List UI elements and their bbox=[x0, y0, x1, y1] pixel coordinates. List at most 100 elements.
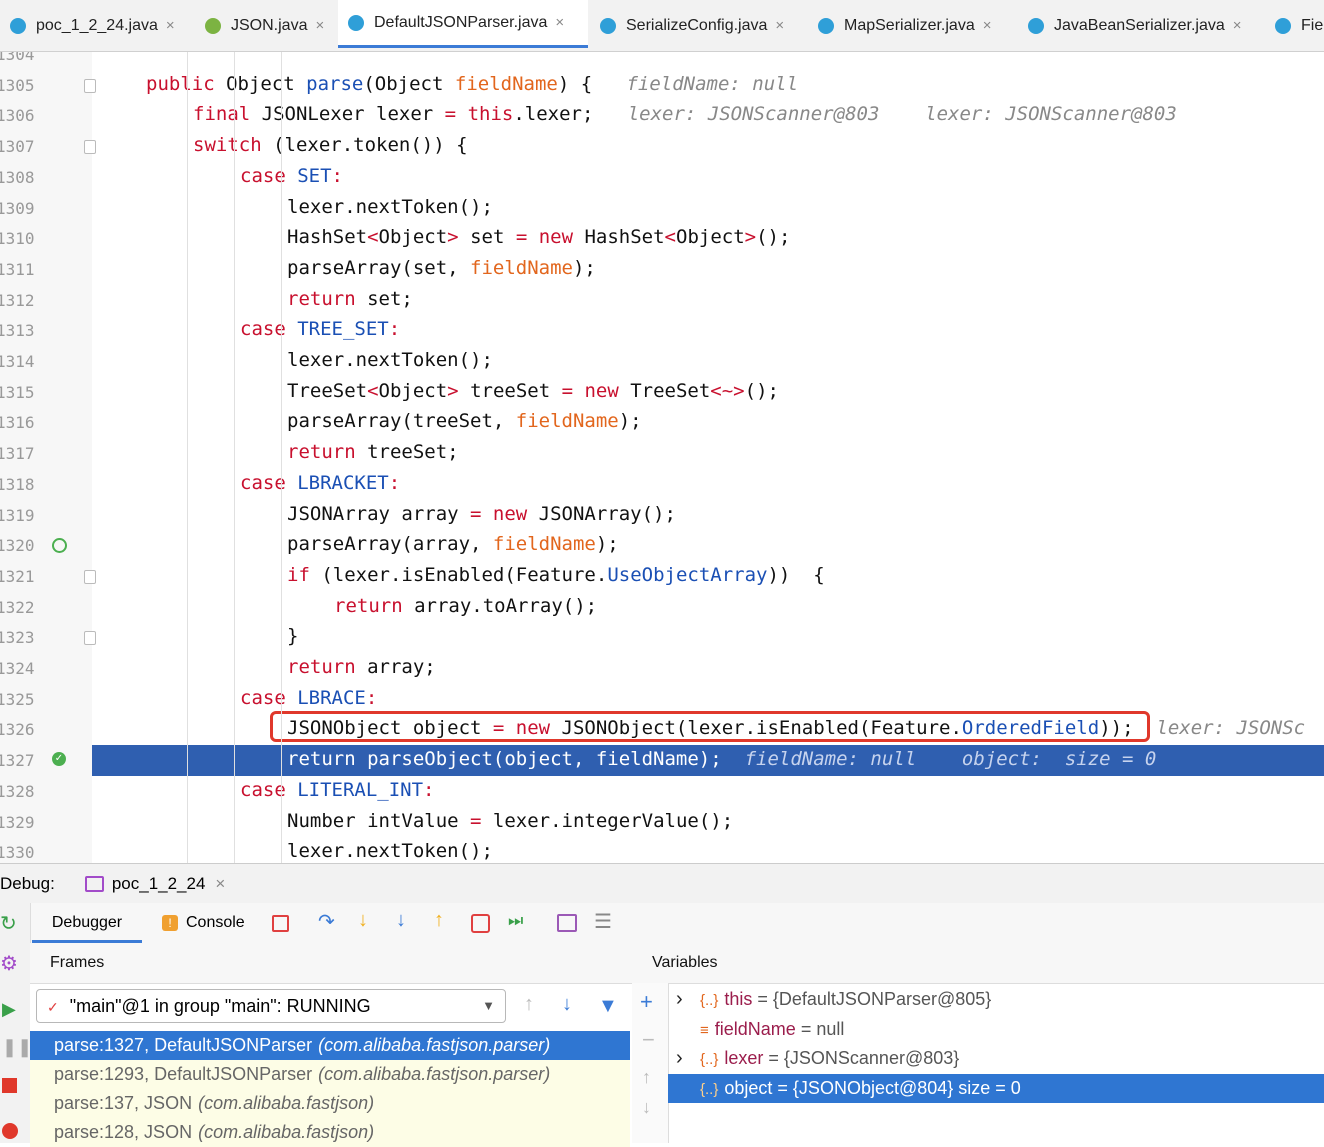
line-number[interactable]: 1316 bbox=[0, 413, 35, 432]
line-number[interactable]: 1324 bbox=[0, 659, 35, 678]
code-line[interactable]: 1330 lexer.nextToken(); bbox=[0, 837, 1324, 863]
tab-serializeconfig-java[interactable]: SerializeConfig.java × bbox=[590, 0, 805, 51]
tab-debugger[interactable]: Debugger bbox=[32, 903, 142, 943]
code-line[interactable]: 1308 case SET: bbox=[0, 162, 1324, 193]
pause-icon[interactable]: ❚❚ bbox=[2, 1037, 32, 1058]
code-line[interactable]: 1325 case LBRACE: bbox=[0, 684, 1324, 715]
line-number[interactable]: 1310 bbox=[0, 229, 35, 248]
tab-console[interactable]: ! Console bbox=[162, 903, 245, 943]
code-line[interactable]: 1307 switch (lexer.token()) { bbox=[0, 131, 1324, 162]
step-into-icon[interactable]: ↓ bbox=[358, 909, 368, 932]
rerun-icon[interactable]: ↻ bbox=[0, 911, 17, 936]
line-number[interactable]: 1323 bbox=[0, 628, 35, 647]
variable-this[interactable]: › {..} this = {DefaultJSONParser@805} bbox=[668, 985, 1324, 1014]
trace-icon[interactable]: ☰ bbox=[594, 909, 612, 934]
line-number[interactable]: 1321 bbox=[0, 567, 35, 586]
line-number[interactable]: 1322 bbox=[0, 598, 35, 617]
layout-icon[interactable] bbox=[272, 915, 289, 932]
current-execution-line[interactable]: 1327 ✓ return parseObject(object, fieldNam… bbox=[0, 745, 1324, 777]
code-line[interactable]: 1304 bbox=[0, 52, 1324, 70]
code-line[interactable]: 1322 return array.toArray(); bbox=[0, 592, 1324, 623]
line-number[interactable]: 1304 bbox=[0, 52, 35, 64]
line-number[interactable]: 1311 bbox=[0, 260, 35, 279]
breakpoint-verified-icon[interactable]: ✓ bbox=[52, 752, 66, 767]
move-up-icon[interactable]: ↑ bbox=[642, 1067, 651, 1088]
session-tab[interactable]: poc_1_2_24 bbox=[112, 874, 206, 894]
tab-poc-1-2-24-java[interactable]: poc_1_2_24.java × bbox=[0, 0, 190, 51]
line-number[interactable]: 1308 bbox=[0, 168, 35, 187]
line-number[interactable]: 1329 bbox=[0, 813, 35, 832]
line-number[interactable]: 1317 bbox=[0, 444, 35, 463]
fold-icon[interactable] bbox=[84, 569, 96, 584]
close-icon[interactable]: × bbox=[775, 17, 784, 34]
line-number[interactable]: 1328 bbox=[0, 782, 35, 801]
code-line[interactable]: 1316 parseArray(treeSet, fieldName); bbox=[0, 407, 1324, 438]
tab-fie[interactable]: Fie bbox=[1265, 0, 1324, 51]
line-number[interactable]: 1326 bbox=[0, 720, 35, 739]
code-line[interactable]: 1323} bbox=[0, 622, 1324, 653]
close-icon[interactable]: × bbox=[315, 17, 324, 34]
fold-icon[interactable] bbox=[84, 631, 96, 646]
step-over-icon[interactable]: ↷ bbox=[318, 909, 335, 934]
fold-icon[interactable] bbox=[84, 78, 96, 93]
frame-item[interactable]: parse:137, JSON (com.alibaba.fastjson) bbox=[30, 1089, 630, 1118]
variable-object[interactable]: {..} object = {JSONObject@804} size = 0 bbox=[668, 1073, 1324, 1103]
remove-watch-icon[interactable]: − bbox=[642, 1027, 655, 1053]
frame-item[interactable]: parse:1293, DefaultJSONParser (com.alibab… bbox=[30, 1060, 630, 1089]
run-to-cursor-icon[interactable]: ⏭ bbox=[508, 911, 523, 931]
code-line[interactable]: 1317 return treeSet; bbox=[0, 438, 1324, 469]
close-icon[interactable]: × bbox=[166, 17, 175, 34]
add-watch-icon[interactable]: + bbox=[640, 989, 653, 1015]
code-line[interactable]: 1314 lexer.nextToken(); bbox=[0, 346, 1324, 377]
tab-mapserializer-java[interactable]: MapSerializer.java × bbox=[808, 0, 1013, 51]
close-icon[interactable]: × bbox=[555, 14, 564, 31]
step-out-icon[interactable]: ↑ bbox=[434, 909, 444, 932]
code-line[interactable]: 1328 case LITERAL_INT: bbox=[0, 776, 1324, 807]
line-number[interactable]: 1313 bbox=[0, 321, 35, 340]
tab-javabeanserializer-java[interactable]: JavaBeanSerializer.java × bbox=[1018, 0, 1263, 51]
code-line[interactable]: 1309 lexer.nextToken(); bbox=[0, 193, 1324, 224]
code-line[interactable]: 1313 case TREE_SET: bbox=[0, 315, 1324, 346]
close-icon[interactable]: × bbox=[1233, 17, 1242, 34]
line-number[interactable]: 1318 bbox=[0, 475, 35, 494]
code-line[interactable]: 1321 if (lexer.isEnabled(Feature.UseObjec… bbox=[0, 561, 1324, 592]
line-number[interactable]: 1306 bbox=[0, 106, 35, 125]
filter-icon[interactable]: ▼ bbox=[598, 995, 618, 1018]
line-number[interactable]: 1325 bbox=[0, 690, 35, 709]
code-line[interactable]: 1306 final JSONLexer lexer = this.lexer; … bbox=[0, 100, 1324, 131]
stop-icon[interactable] bbox=[2, 1078, 17, 1093]
line-number[interactable]: 1320 bbox=[0, 536, 35, 555]
breakpoint-icon[interactable] bbox=[2, 1123, 18, 1139]
fold-icon[interactable] bbox=[84, 140, 96, 155]
frame-item[interactable]: parse:1327, DefaultJSONParser (com.alibab… bbox=[30, 1031, 630, 1060]
code-line[interactable]: 1320 parseArray(array, fieldName); bbox=[0, 530, 1324, 561]
variable-fieldName[interactable]: ≡ fieldName = null bbox=[668, 1015, 1324, 1044]
code-line[interactable]: 1319 JSONArray array = new JSONArray(); bbox=[0, 500, 1324, 531]
code-line[interactable]: 1318 case LBRACKET: bbox=[0, 469, 1324, 500]
tab-defaultjsonparser-java[interactable]: DefaultJSONParser.java × bbox=[338, 0, 588, 48]
tab-json-java[interactable]: JSON.java × bbox=[195, 0, 335, 51]
line-number[interactable]: 1327 bbox=[0, 751, 35, 770]
line-number[interactable]: 1309 bbox=[0, 199, 35, 218]
breakpoint-disabled-icon[interactable] bbox=[52, 538, 67, 554]
move-down-icon[interactable]: ↓ bbox=[642, 1097, 651, 1118]
code-line[interactable]: 1311 parseArray(set, fieldName); bbox=[0, 254, 1324, 285]
frame-up-icon[interactable]: ↑ bbox=[524, 993, 534, 1016]
line-number[interactable]: 1319 bbox=[0, 506, 35, 525]
code-editor[interactable]: 1304 1305 public Object parse(Object field… bbox=[0, 52, 1324, 863]
code-line[interactable]: 1305 public Object parse(Object fieldName… bbox=[0, 70, 1324, 101]
code-line[interactable]: 1315 TreeSet<Object> treeSet = new TreeSe… bbox=[0, 377, 1324, 408]
expand-icon[interactable]: › bbox=[676, 985, 690, 1014]
session-close-icon[interactable]: × bbox=[215, 874, 225, 894]
settings-icon[interactable]: ⚙ bbox=[0, 951, 18, 976]
expand-icon[interactable]: › bbox=[676, 1044, 690, 1073]
code-line[interactable]: 1310 HashSet<Object> set = new HashSet<Ob… bbox=[0, 223, 1324, 254]
code-line[interactable]: 1329 Number intValue = lexer.integerValue… bbox=[0, 807, 1324, 838]
line-number[interactable]: 1330 bbox=[0, 843, 35, 862]
close-icon[interactable]: × bbox=[983, 17, 992, 34]
variable-lexer[interactable]: › {..} lexer = {JSONScanner@803} bbox=[668, 1044, 1324, 1073]
code-line[interactable]: 1324 return array; bbox=[0, 653, 1324, 684]
line-number[interactable]: 1305 bbox=[0, 76, 35, 95]
frame-down-icon[interactable]: ↓ bbox=[562, 993, 572, 1016]
drop-frame-icon[interactable] bbox=[471, 914, 490, 933]
